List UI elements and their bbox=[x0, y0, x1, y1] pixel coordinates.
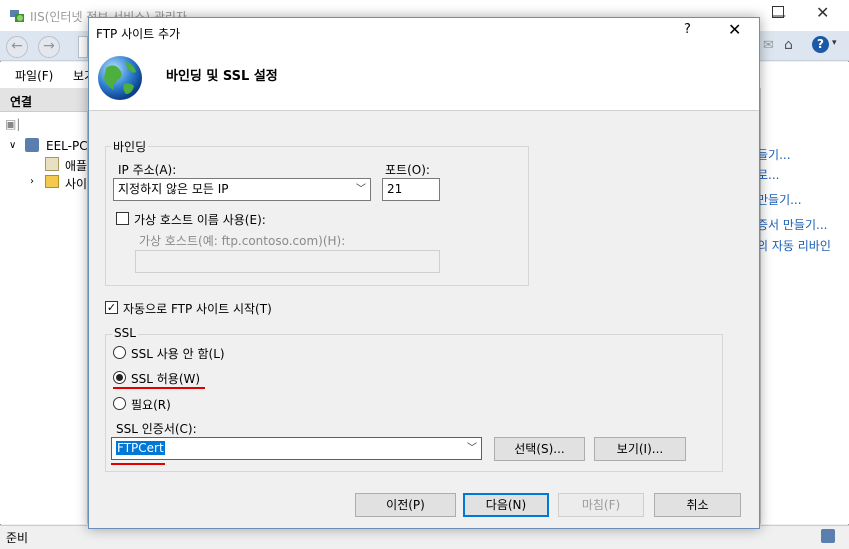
action-link-2[interactable]: 로... bbox=[757, 166, 779, 183]
view-cert-button[interactable]: 보기(I)... bbox=[594, 437, 686, 461]
ssl-cert-value: FTPCert bbox=[116, 441, 165, 455]
ssl-allow-radio[interactable] bbox=[113, 371, 126, 384]
dialog-heading: 바인딩 및 SSL 설정 bbox=[166, 69, 278, 84]
ip-address-value: 지정하지 않은 모든 IP bbox=[118, 182, 229, 196]
app-pools-icon bbox=[45, 157, 59, 171]
status-server-icon bbox=[821, 529, 835, 543]
help-icon[interactable]: ? bbox=[812, 36, 829, 53]
ssl-group-label: SSL bbox=[112, 326, 138, 340]
address-field[interactable] bbox=[78, 36, 88, 58]
cancel-button[interactable]: 취소 bbox=[654, 493, 741, 517]
server-icon bbox=[25, 138, 39, 152]
port-input[interactable]: 21 bbox=[382, 178, 440, 201]
ip-address-combobox[interactable]: 지정하지 않은 모든 IP ﹀ bbox=[113, 178, 371, 201]
virtual-host-label: 가상 호스트(예: ftp.contoso.com)(H): bbox=[139, 234, 346, 248]
autostart-checkbox[interactable]: ✓ bbox=[105, 301, 118, 314]
stop-icon[interactable]: ✉ bbox=[763, 38, 774, 53]
action-link-1[interactable]: 들기... bbox=[757, 146, 791, 163]
ssl-allow-annotation-underline bbox=[113, 387, 205, 389]
ssl-none-label: SSL 사용 안 함(L) bbox=[131, 347, 225, 361]
next-button[interactable]: 다음(N) bbox=[463, 493, 549, 517]
select-cert-button[interactable]: 선택(S)... bbox=[494, 437, 585, 461]
binding-group-label: 바인딩 bbox=[111, 138, 149, 155]
dialog-titlebar bbox=[89, 18, 759, 46]
finish-button[interactable]: 마침(F) bbox=[558, 493, 644, 517]
connections-pane bbox=[0, 88, 88, 524]
main-close-icon[interactable]: ✕ bbox=[816, 3, 829, 22]
dialog-help-button[interactable]: ? bbox=[684, 22, 691, 37]
action-link-3[interactable]: 만들기... bbox=[757, 191, 802, 208]
connect-icon[interactable]: ▣| bbox=[5, 117, 20, 131]
port-label: 포트(O): bbox=[385, 163, 430, 177]
globe-icon bbox=[98, 56, 142, 100]
iis-app-icon bbox=[10, 10, 24, 22]
virtual-host-input[interactable] bbox=[135, 250, 440, 273]
virtual-host-checkbox-label: 가상 호스트 이름 사용(E): bbox=[134, 213, 266, 227]
status-text: 준비 bbox=[6, 531, 29, 545]
autostart-label: 자동으로 FTP 사이트 시작(T) bbox=[123, 302, 272, 316]
help-dropdown-icon[interactable]: ▾ bbox=[832, 38, 837, 48]
menu-file[interactable]: 파일(F) bbox=[15, 67, 53, 84]
menu-view[interactable]: 보기 bbox=[73, 67, 88, 84]
maximize-icon[interactable] bbox=[772, 6, 784, 18]
tree-app-pools[interactable]: 애플 bbox=[65, 157, 88, 174]
tree-collapse-icon[interactable]: › bbox=[30, 176, 34, 187]
action-link-5[interactable]: 의 자동 리바인 bbox=[757, 237, 831, 254]
previous-button[interactable]: 이전(P) bbox=[355, 493, 456, 517]
tree-expand-icon[interactable]: ∨ bbox=[9, 140, 16, 151]
ssl-require-radio[interactable] bbox=[113, 397, 126, 410]
ssl-cert-combobox[interactable]: FTPCert ﹀ bbox=[111, 437, 482, 460]
ssl-none-radio[interactable] bbox=[113, 346, 126, 359]
ssl-cert-label: SSL 인증서(C): bbox=[116, 422, 197, 436]
forward-arrow-icon[interactable]: → bbox=[38, 36, 60, 58]
action-link-4[interactable]: 증서 만들기... bbox=[757, 216, 827, 233]
ssl-cert-annotation-underline bbox=[111, 463, 165, 465]
ssl-allow-label: SSL 허용(W) bbox=[131, 372, 201, 386]
virtual-host-checkbox[interactable] bbox=[116, 212, 129, 225]
connections-title: 연결 bbox=[10, 95, 33, 109]
tree-server-node[interactable]: EEL-PC( bbox=[46, 139, 88, 153]
ssl-require-label: 필요(R) bbox=[131, 398, 171, 412]
sites-folder-icon bbox=[45, 175, 59, 188]
chevron-down-icon: ﹀ bbox=[356, 184, 366, 195]
back-arrow-icon[interactable]: ← bbox=[6, 36, 28, 58]
home-icon[interactable]: ⌂ bbox=[784, 37, 793, 53]
chevron-down-icon: ﹀ bbox=[467, 443, 477, 454]
dialog-title: FTP 사이트 추가 bbox=[96, 27, 181, 41]
tree-sites[interactable]: 사이 bbox=[65, 175, 88, 192]
dialog-close-icon[interactable]: ✕ bbox=[728, 20, 741, 39]
ip-address-label: IP 주소(A): bbox=[118, 163, 177, 177]
